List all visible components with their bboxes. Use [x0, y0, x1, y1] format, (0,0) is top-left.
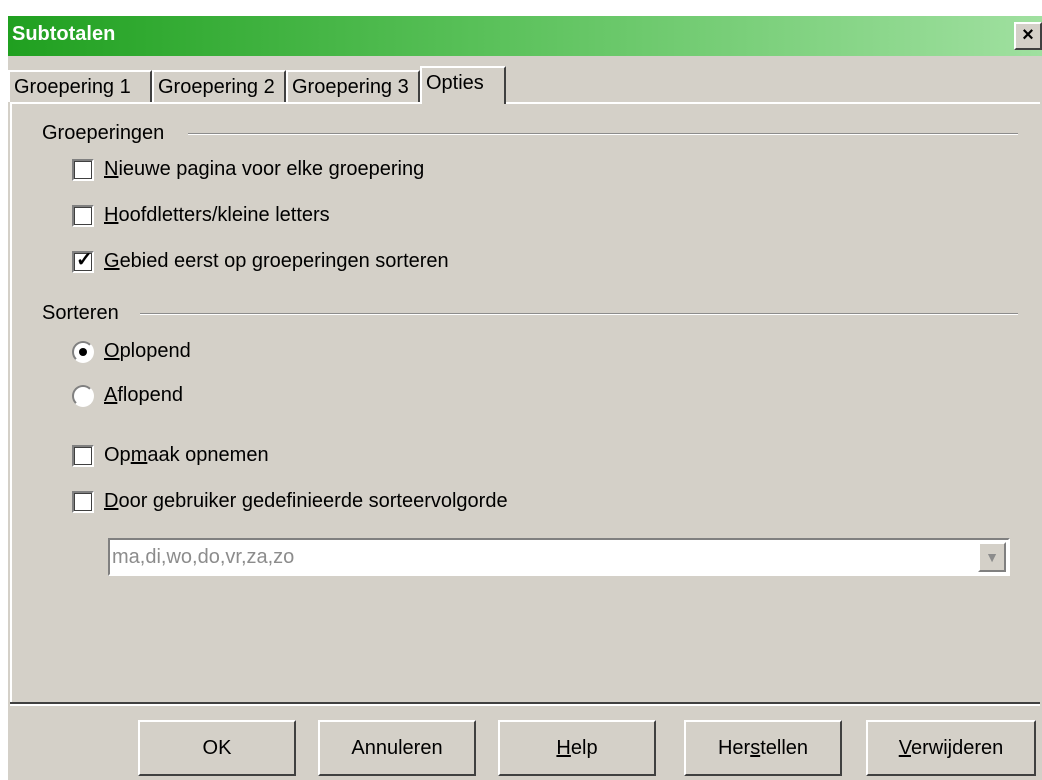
dropdown-button[interactable]: ▼ — [978, 542, 1006, 572]
descending-option[interactable]: Aflopend — [72, 384, 183, 407]
case-sensitive-option[interactable]: Hoofdletters/kleine letters — [72, 204, 330, 227]
button-separator — [10, 702, 1040, 706]
custom-sort-checkbox[interactable] — [72, 490, 94, 513]
new-page-checkbox[interactable] — [72, 158, 94, 181]
tab-label: Groepering 2 — [158, 76, 275, 98]
chevron-down-icon: ▼ — [985, 549, 999, 565]
option-label: Aflopend — [104, 384, 183, 406]
tab-groepering-1[interactable]: Groepering 1 — [8, 70, 152, 102]
sort-order-value: ma,di,wo,do,vr,za,zo — [112, 546, 295, 568]
cancel-button[interactable]: Annuleren — [318, 720, 476, 776]
title-bar[interactable]: Subtotalen × — [8, 16, 1042, 56]
custom-sort-option[interactable]: Door gebruiker gedefinieerde sorteervolg… — [72, 490, 508, 513]
check-mark-icon: ✓ — [76, 248, 93, 271]
option-label: Door gebruiker gedefinieerde sorteervolg… — [104, 490, 508, 512]
include-format-option[interactable]: Opmaak opnemen — [72, 444, 269, 467]
ascending-option[interactable]: Oplopend — [72, 340, 191, 363]
help-button[interactable]: Help — [498, 720, 656, 776]
sorteren-divider — [140, 313, 1018, 315]
option-label: Opmaak opnemen — [104, 444, 269, 466]
descending-radio[interactable] — [72, 384, 94, 407]
tab-label: Groepering 3 — [292, 76, 409, 98]
close-icon: × — [1022, 24, 1034, 46]
options-panel: Groeperingen Nieuwe pagina voor elke gro… — [10, 102, 1040, 702]
tab-groepering-3[interactable]: Groepering 3 — [286, 70, 420, 102]
window-title: Subtotalen — [12, 23, 116, 45]
presort-checkbox[interactable]: ✓ — [72, 248, 94, 273]
sorteren-label: Sorteren — [42, 302, 119, 324]
tab-opties[interactable]: Opties — [420, 66, 506, 104]
reset-button[interactable]: Herstellen — [684, 720, 842, 776]
new-page-option[interactable]: Nieuwe pagina voor elke groepering — [72, 158, 424, 181]
option-label: Oplopend — [104, 340, 191, 362]
close-button[interactable]: × — [1014, 22, 1042, 50]
sort-order-select[interactable]: ma,di,wo,do,vr,za,zo ▼ — [108, 538, 1010, 576]
delete-button[interactable]: Verwijderen — [866, 720, 1036, 776]
subtotals-dialog: Subtotalen × Groepering 1 Groepering 2 G… — [8, 16, 1042, 780]
presort-option[interactable]: ✓ Gebied eerst op groeperingen sorteren — [72, 250, 449, 273]
option-label: Gebied eerst op groeperingen sorteren — [104, 250, 449, 272]
ok-button[interactable]: OK — [138, 720, 296, 776]
groeperingen-divider — [188, 133, 1018, 135]
include-format-checkbox[interactable] — [72, 444, 94, 467]
groeperingen-label: Groeperingen — [42, 122, 165, 144]
tab-groepering-2[interactable]: Groepering 2 — [152, 70, 286, 102]
radio-dot-icon — [79, 347, 87, 356]
option-label: Hoofdletters/kleine letters — [104, 204, 330, 226]
case-sensitive-checkbox[interactable] — [72, 204, 94, 227]
tab-label: Groepering 1 — [14, 76, 131, 98]
ascending-radio[interactable] — [72, 340, 94, 363]
option-label: Nieuwe pagina voor elke groepering — [104, 158, 425, 180]
tab-bar: Groepering 1 Groepering 2 Groepering 3 O… — [8, 62, 1042, 104]
tab-label: Opties — [426, 72, 484, 94]
